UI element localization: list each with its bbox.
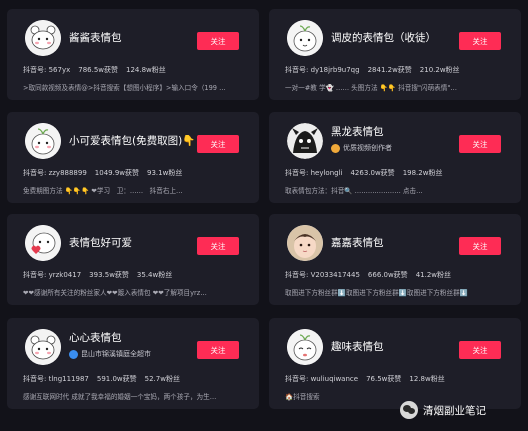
account-name[interactable]: 嘉嘉表情包 bbox=[331, 235, 384, 250]
douyin-id: 抖音号: yrzk0417 bbox=[23, 271, 82, 279]
account-card[interactable]: 酱酱表情包 关注 抖音号: 567yx 786.5w获赞 124.8w粉丝 >取同款… bbox=[7, 9, 259, 100]
location-badge: 昆山市锦溪镇庭全超市 bbox=[69, 349, 151, 359]
account-bio: ❤❤感谢所有关注的粉丝家人❤❤踱入表情包 ❤❤了解项目yrz… bbox=[23, 289, 207, 297]
account-bio: 感谢互联网时代 成就了我幸福的婚姻一个宝妈，两个孩子，为生… bbox=[23, 393, 217, 401]
likes-count: 4263.0w获赞 bbox=[350, 169, 395, 177]
followers-count: 41.2w粉丝 bbox=[415, 271, 451, 279]
follow-button[interactable]: 关注 bbox=[197, 237, 239, 255]
creator-badge: 优质视频创作者 bbox=[331, 143, 392, 153]
follow-button[interactable]: 关注 bbox=[459, 135, 501, 153]
likes-count: 393.5w获赞 bbox=[89, 271, 129, 279]
account-stats: 抖音号: zzy888899 1049.9w获赞 93.1w粉丝 bbox=[23, 168, 190, 178]
followers-count: 124.8w粉丝 bbox=[126, 66, 166, 74]
follow-button[interactable]: 关注 bbox=[459, 32, 501, 50]
followers-count: 52.7w粉丝 bbox=[144, 375, 180, 383]
account-stats: 抖音号: dy18jrb9u7qg 2841.2w获赞 210.2w粉丝 bbox=[285, 65, 468, 75]
follow-button[interactable]: 关注 bbox=[197, 341, 239, 359]
bear-avatar-icon[interactable] bbox=[25, 20, 61, 56]
douyin-id: 抖音号: 567yx bbox=[23, 66, 71, 74]
account-stats: 抖音号: V2033417445 666.0w获赞 41.2w粉丝 bbox=[285, 270, 459, 280]
account-bio: >取同款视频及表情@>抖音搜索【想图小程序】>输入口令（199 … bbox=[23, 84, 226, 92]
creator-badge-icon bbox=[331, 143, 340, 153]
likes-count: 1049.9w获赞 bbox=[94, 169, 140, 177]
likes-count: 666.0w获赞 bbox=[367, 271, 408, 279]
account-card[interactable]: 小可爱表情包(免费取图)👇👇 关注 抖音号: zzy888899 1049.9w获… bbox=[7, 112, 259, 203]
follow-button[interactable]: 关注 bbox=[459, 237, 501, 255]
account-name[interactable]: 趣味表情包 bbox=[331, 339, 384, 354]
account-name[interactable]: 小可爱表情包(免费取图)👇👇 bbox=[69, 133, 208, 148]
bear-avatar-icon[interactable] bbox=[25, 329, 61, 365]
follow-button[interactable]: 关注 bbox=[459, 341, 501, 359]
account-card[interactable]: 黑龙表情包 优质视频创作者 关注 抖音号: heylongli 4263.0w获赞… bbox=[269, 112, 521, 203]
follow-button[interactable]: 关注 bbox=[197, 135, 239, 153]
heart-face-icon[interactable] bbox=[25, 225, 61, 261]
follow-button[interactable]: 关注 bbox=[197, 32, 239, 50]
account-stats: 抖音号: tlng111987 591.0w获赞 52.7w粉丝 bbox=[23, 374, 188, 384]
sprout-face-icon[interactable] bbox=[287, 20, 323, 56]
douyin-id: 抖音号: V2033417445 bbox=[285, 271, 360, 279]
followers-count: 35.4w粉丝 bbox=[136, 271, 173, 279]
watermark: 清烟副业笔记 bbox=[400, 401, 486, 419]
watermark-text: 清烟副业笔记 bbox=[423, 404, 486, 417]
account-card[interactable]: 表情包好可爱 关注 抖音号: yrzk0417 393.5w获赞 35.4w粉丝 ❤… bbox=[7, 214, 259, 305]
account-name[interactable]: 调皮的表情包（收徒） bbox=[331, 30, 436, 45]
location-badge-icon bbox=[69, 349, 78, 359]
account-bio: 取表情包方法：抖音🔍 ………………… 点击… bbox=[285, 187, 423, 195]
account-stats: 抖音号: heylongli 4263.0w获赞 198.2w粉丝 bbox=[285, 168, 450, 178]
douyin-id: 抖音号: dy18jrb9u7qg bbox=[285, 66, 360, 74]
account-card[interactable]: 心心表情包 昆山市锦溪镇庭全超市 关注 抖音号: tlng111987 591.0… bbox=[7, 318, 259, 409]
likes-count: 786.5w获赞 bbox=[78, 66, 118, 74]
douyin-id: 抖音号: tlng111987 bbox=[23, 375, 89, 383]
account-card[interactable]: 趣味表情包 关注 抖音号: wuliuqiwance 76.5w获赞 12.8w粉丝… bbox=[269, 318, 521, 409]
sprout-face-icon[interactable] bbox=[25, 123, 61, 159]
account-stats: 抖音号: yrzk0417 393.5w获赞 35.4w粉丝 bbox=[23, 270, 180, 280]
wechat-icon bbox=[400, 401, 418, 419]
followers-count: 210.2w粉丝 bbox=[419, 66, 460, 74]
likes-count: 2841.2w获赞 bbox=[367, 66, 412, 74]
account-bio: 🏠抖音搜索 bbox=[285, 393, 320, 401]
sprout-face-icon[interactable] bbox=[287, 329, 323, 365]
dragon-avatar-icon[interactable] bbox=[287, 123, 323, 159]
account-stats: 抖音号: wuliuqiwance 76.5w获赞 12.8w粉丝 bbox=[285, 374, 453, 384]
account-name[interactable]: 心心表情包 bbox=[69, 330, 122, 345]
account-name[interactable]: 黑龙表情包 bbox=[331, 124, 384, 139]
followers-count: 12.8w粉丝 bbox=[409, 375, 445, 383]
account-name[interactable]: 表情包好可爱 bbox=[69, 235, 132, 250]
account-stats: 抖音号: 567yx 786.5w获赞 124.8w粉丝 bbox=[23, 65, 174, 75]
account-card[interactable]: 嘉嘉表情包 关注 抖音号: V2033417445 666.0w获赞 41.2w粉丝… bbox=[269, 214, 521, 305]
douyin-id: 抖音号: wuliuqiwance bbox=[285, 375, 359, 383]
account-card[interactable]: 调皮的表情包（收徒） 关注 抖音号: dy18jrb9u7qg 2841.2w获赞… bbox=[269, 9, 521, 100]
likes-count: 591.0w获赞 bbox=[96, 375, 137, 383]
account-bio: 取图进下方粉丝群⬇️取图进下方粉丝群⬇️取图进下方粉丝群⬇️ bbox=[285, 289, 468, 297]
account-bio: 一对一#教 学👻 …… 头图方法 👇👇 抖音搜"闪萌表情"… bbox=[285, 84, 457, 92]
followers-count: 198.2w粉丝 bbox=[402, 169, 443, 177]
account-name[interactable]: 酱酱表情包 bbox=[69, 30, 122, 45]
douyin-id: 抖音号: zzy888899 bbox=[23, 169, 87, 177]
douyin-id: 抖音号: heylongli bbox=[285, 169, 343, 177]
baby-photo-icon[interactable] bbox=[287, 225, 323, 261]
likes-count: 76.5w获赞 bbox=[366, 375, 402, 383]
followers-count: 93.1w粉丝 bbox=[147, 169, 183, 177]
account-bio: 免费期图方法 👇👇👇 ❤学习 卫：…… 抖音右上… bbox=[23, 187, 183, 195]
